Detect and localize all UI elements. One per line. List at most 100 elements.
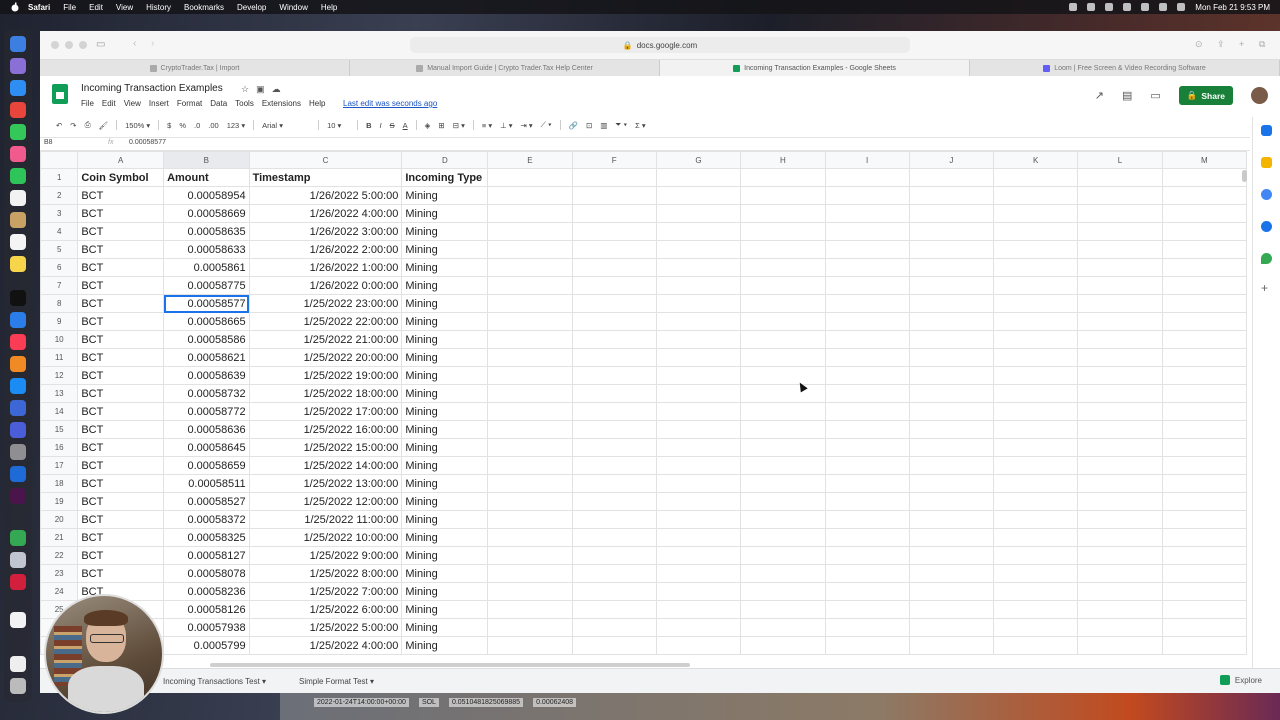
cell[interactable]	[487, 222, 573, 241]
cell[interactable]	[655, 474, 742, 493]
new-tab-icon[interactable]: +	[1239, 39, 1244, 49]
cell[interactable]: 1/25/2022 10:00:00	[248, 528, 403, 547]
cell[interactable]	[824, 258, 910, 277]
cell[interactable]	[908, 384, 995, 403]
cell[interactable]	[1161, 528, 1247, 547]
bold-icon[interactable]: B	[366, 121, 371, 130]
cell[interactable]	[1077, 348, 1163, 367]
cell[interactable]	[1077, 564, 1163, 583]
document-title[interactable]: Incoming Transaction Examples	[81, 83, 223, 94]
menu-help[interactable]: Help	[321, 3, 337, 12]
cell[interactable]	[487, 384, 573, 403]
cell[interactable]	[655, 222, 742, 241]
cell[interactable]	[1077, 402, 1163, 421]
cell[interactable]: 0.00058954	[163, 186, 250, 205]
cell[interactable]	[908, 186, 995, 205]
cell[interactable]	[740, 240, 826, 259]
row-number[interactable]: 3	[40, 204, 79, 223]
cell[interactable]: 1/25/2022 13:00:00	[248, 474, 403, 493]
contacts-icon[interactable]	[10, 212, 26, 228]
cell[interactable]	[824, 474, 910, 493]
cell[interactable]	[487, 528, 573, 547]
cell[interactable]	[992, 276, 1079, 295]
cell[interactable]	[1161, 330, 1247, 349]
merge-cells-icon[interactable]: ⊟ ▾	[453, 121, 465, 130]
cell[interactable]: 0.00058645	[163, 438, 250, 457]
cell[interactable]	[1077, 384, 1163, 403]
cell[interactable]: Mining	[401, 312, 489, 331]
filter-icon[interactable]: ⏷ ▾	[615, 120, 627, 130]
cell[interactable]: BCT	[77, 258, 165, 277]
trash-icon[interactable]	[10, 678, 26, 694]
cell[interactable]: 0.00058078	[163, 564, 250, 583]
menu-app-name[interactable]: Safari	[28, 3, 50, 12]
cell[interactable]	[487, 186, 573, 205]
settings-icon[interactable]	[10, 444, 26, 460]
cell[interactable]	[740, 600, 826, 619]
print-icon[interactable]: ⎙	[85, 120, 91, 130]
cell[interactable]	[571, 222, 657, 241]
tab-overview-icon[interactable]: ⧉	[1259, 39, 1265, 50]
cell[interactable]	[908, 618, 995, 637]
cell[interactable]	[655, 636, 742, 655]
cell[interactable]: BCT	[77, 312, 165, 331]
cell[interactable]	[740, 582, 826, 601]
star-icon[interactable]: ☆	[241, 84, 249, 95]
cell[interactable]: Mining	[401, 186, 489, 205]
cell[interactable]	[655, 366, 742, 385]
cell[interactable]: BCT	[77, 204, 165, 223]
cell[interactable]: 1/25/2022 5:00:00	[248, 618, 403, 637]
cell[interactable]	[908, 222, 995, 241]
cell[interactable]	[824, 294, 910, 313]
functions-icon[interactable]: Σ ▾	[635, 121, 646, 130]
cell[interactable]: BCT	[77, 384, 165, 403]
cell[interactable]	[740, 510, 826, 529]
cell[interactable]	[655, 384, 742, 403]
cell[interactable]	[655, 312, 742, 331]
cell[interactable]: 1/25/2022 7:00:00	[248, 582, 403, 601]
cell[interactable]	[487, 618, 573, 637]
cell[interactable]	[824, 348, 910, 367]
cell[interactable]: 1/25/2022 16:00:00	[248, 420, 403, 439]
cell[interactable]	[992, 312, 1079, 331]
cell[interactable]	[1077, 528, 1163, 547]
cell[interactable]: 1/25/2022 19:00:00	[248, 366, 403, 385]
horizontal-align-icon[interactable]: ≡ ▾	[482, 121, 492, 130]
download-icon[interactable]: ⊙	[1195, 39, 1203, 50]
cell[interactable]	[992, 366, 1079, 385]
cell[interactable]	[1161, 366, 1247, 385]
cell[interactable]	[824, 438, 910, 457]
cell[interactable]	[740, 348, 826, 367]
cell[interactable]	[992, 600, 1079, 619]
row-number[interactable]: 8	[40, 294, 79, 313]
cell[interactable]	[571, 600, 657, 619]
tv-icon[interactable]	[10, 290, 26, 306]
cell[interactable]	[740, 438, 826, 457]
cell[interactable]	[655, 492, 742, 511]
row-number[interactable]: 2	[40, 186, 79, 205]
cell[interactable]	[487, 636, 573, 655]
cell[interactable]	[1161, 474, 1247, 493]
cell[interactable]	[1161, 258, 1247, 277]
cell[interactable]: BCT	[77, 222, 165, 241]
battery-icon[interactable]	[1141, 3, 1150, 11]
cell[interactable]	[824, 168, 910, 187]
cell[interactable]	[655, 276, 742, 295]
cell[interactable]	[824, 276, 910, 295]
cell[interactable]	[740, 618, 826, 637]
cell[interactable]: Mining	[401, 222, 489, 241]
sheets-menu-edit[interactable]: Edit	[102, 99, 116, 108]
cell[interactable]	[655, 528, 742, 547]
cell[interactable]	[487, 474, 573, 493]
cell[interactable]	[571, 420, 657, 439]
cell[interactable]	[992, 168, 1079, 187]
cell[interactable]	[1161, 456, 1247, 475]
cell[interactable]: 1/26/2022 3:00:00	[248, 222, 403, 241]
add-addon-icon[interactable]: +	[1261, 281, 1268, 295]
cell[interactable]	[992, 510, 1079, 529]
cell[interactable]	[908, 348, 995, 367]
cell[interactable]	[487, 312, 573, 331]
cell[interactable]	[992, 474, 1079, 493]
cell[interactable]	[487, 294, 573, 313]
share-icon[interactable]: ⇪	[1217, 39, 1225, 50]
